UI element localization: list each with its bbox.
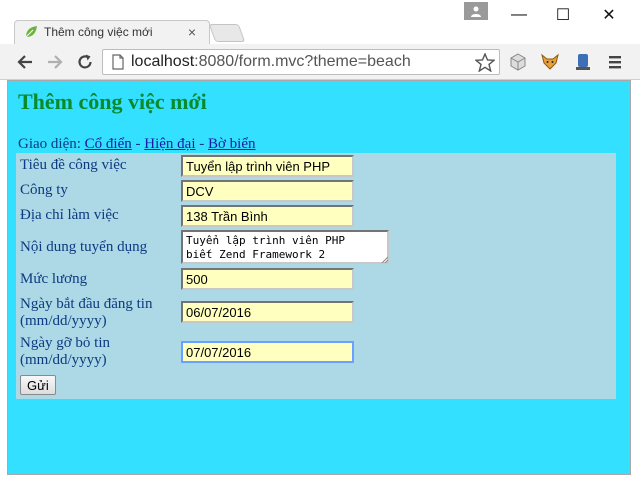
page-title: Thêm công việc mới	[18, 89, 207, 114]
url-host: localhost	[131, 53, 195, 70]
window-edge-bottom	[0, 474, 640, 484]
company-label: Công ty	[20, 182, 68, 198]
job-title-input[interactable]: Tuyển lập trình viên PHP	[181, 155, 354, 177]
bookmark-star-icon[interactable]	[475, 53, 495, 72]
page-info-icon[interactable]	[111, 54, 125, 70]
extension-fox-icon[interactable]	[539, 52, 561, 72]
job-form: Tiêu đề công việc Tuyển lập trình viên P…	[16, 153, 616, 399]
submit-button[interactable]: Gửi	[20, 375, 56, 395]
menu-icon[interactable]	[604, 52, 626, 72]
theme-selector: Giao diện: Cổ điển - Hiện đại - Bờ biển	[18, 136, 256, 153]
url-text: localhost:8080/form.mvc?theme=beach	[131, 53, 411, 71]
extension-download-icon[interactable]	[572, 52, 594, 72]
theme-link-modern[interactable]: Hiện đại	[144, 136, 195, 152]
minimize-button[interactable]: —	[496, 0, 542, 30]
extension-cube-icon[interactable]	[507, 52, 529, 72]
salary-input[interactable]: 500	[181, 268, 354, 290]
tab-title: Thêm công việc mới	[44, 25, 153, 39]
start-date-input[interactable]: 06/07/2016	[181, 301, 354, 323]
reload-icon[interactable]	[74, 52, 96, 72]
theme-link-beach[interactable]: Bờ biển	[208, 136, 256, 152]
end-date-label: Ngày gỡ bỏ tin (mm/dd/yyyy)	[20, 335, 110, 369]
salary-label: Mức lương	[20, 271, 88, 287]
title-bar: Thêm công việc mới × — ☐ ✕	[0, 0, 640, 44]
end-date-format-hint: (mm/dd/yyyy)	[20, 352, 107, 368]
maximize-button[interactable]: ☐	[540, 0, 586, 30]
start-date-label: Ngày bắt đầu đăng tin (mm/dd/yyyy)	[20, 296, 152, 330]
page-viewport: Thêm công việc mới Giao diện: Cổ điển - …	[8, 81, 630, 474]
description-textarea[interactable]: Tuyển lập trình viên PHP biết Zend Frame…	[181, 230, 389, 264]
resize-handle-icon[interactable]	[381, 256, 388, 263]
end-date-input[interactable]: 07/07/2016	[181, 341, 354, 363]
url-path: :8080/form.mvc?theme=beach	[194, 53, 411, 70]
theme-label: Giao diện:	[18, 136, 81, 152]
tab-close-icon[interactable]: ×	[184, 24, 200, 40]
back-arrow-icon[interactable]	[14, 52, 36, 72]
description-label: Nội dung tuyển dụng	[20, 239, 148, 255]
end-date-label-text: Ngày gỡ bỏ tin	[20, 335, 111, 351]
start-date-label-text: Ngày bắt đầu đăng tin	[20, 296, 153, 312]
theme-separator: -	[135, 136, 141, 152]
window-edge-left	[0, 81, 8, 474]
new-tab-button[interactable]	[208, 24, 246, 42]
tab-content[interactable]: Thêm công việc mới ×	[24, 20, 210, 44]
company-input[interactable]: DCV	[181, 180, 354, 202]
window-edge-right	[630, 81, 640, 484]
theme-link-classic[interactable]: Cổ điển	[85, 136, 132, 152]
forward-arrow-icon[interactable]	[44, 52, 66, 72]
address-bar[interactable]: localhost:8080/form.mvc?theme=beach	[102, 49, 500, 75]
address-input[interactable]: 138 Trần Bình	[181, 205, 354, 227]
browser-toolbar: localhost:8080/form.mvc?theme=beach	[0, 44, 640, 80]
close-window-button[interactable]: ✕	[586, 0, 632, 30]
leaf-icon	[25, 26, 37, 38]
address-label: Địa chỉ làm việc	[20, 207, 119, 223]
start-date-format-hint: (mm/dd/yyyy)	[20, 313, 107, 329]
job-title-label: Tiêu đề công việc	[20, 157, 127, 173]
theme-separator: -	[199, 136, 205, 152]
profile-icon[interactable]	[464, 2, 488, 20]
